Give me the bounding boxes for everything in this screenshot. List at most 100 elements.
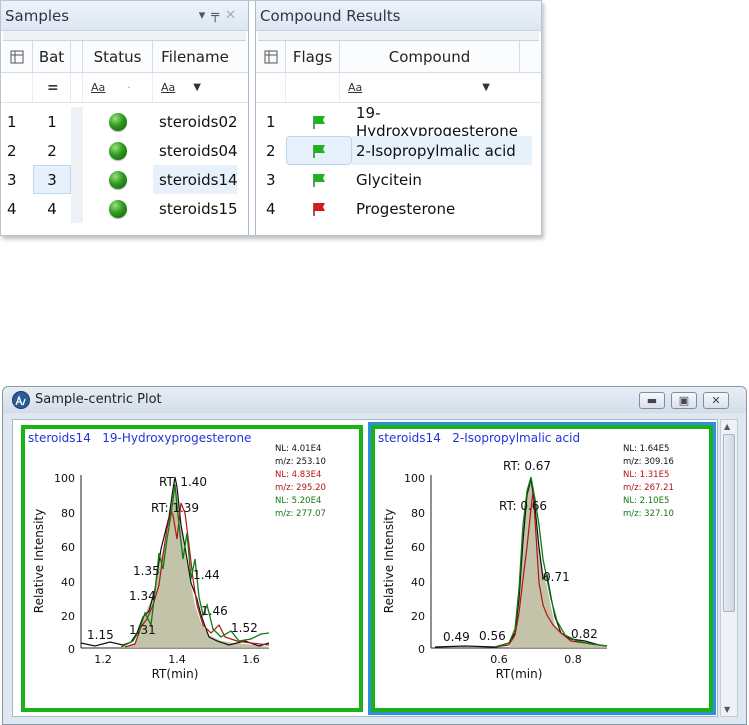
peak-label: 1.31 [129, 623, 156, 637]
status-ball-icon [83, 107, 153, 136]
ytick: 100 [404, 472, 425, 485]
samples-header-row: Bat Status Filename [1, 41, 248, 73]
green-flag-icon [286, 165, 352, 194]
column-spacer [71, 41, 83, 72]
compound-title-text: Compound Results [260, 7, 401, 25]
x-axis-label: RT(min) [496, 667, 543, 681]
xtick: 1.4 [168, 653, 186, 666]
sample-row[interactable]: 1 1 steroids02 [1, 107, 248, 136]
ytick: 60 [61, 541, 75, 554]
row-bat: 3 [33, 165, 71, 194]
compound-rows: 1 19-Hydroxyprogesterone 2 2-Isopropylma… [256, 104, 541, 223]
ytick: 20 [61, 610, 75, 623]
row-number: 2 [7, 141, 17, 160]
filter-dropdown-icon[interactable]: ▼ [482, 82, 490, 93]
ytick: 80 [411, 507, 425, 520]
filter-filename[interactable]: Aa ▼ [153, 73, 237, 102]
sample-row-selected[interactable]: 3 3 steroids14 [1, 165, 248, 194]
row-bat: 2 [47, 141, 57, 160]
column-header-status[interactable]: Status [83, 41, 153, 72]
vertical-scrollbar[interactable]: ▲ ▼ [720, 419, 738, 717]
filter-compound[interactable]: Aa ▼ [340, 73, 520, 102]
column-header-filename[interactable]: Filename [153, 41, 237, 72]
compound-results-pane: Compound Results Flags Compound Aa ▼ 1 19… [255, 1, 541, 235]
xtick: 1.6 [242, 653, 260, 666]
row-filename: steroids04 [159, 141, 238, 160]
minimize-button[interactable]: ▬ [639, 392, 665, 409]
row-filename: steroids15 [159, 199, 238, 218]
dot-icon: · [127, 81, 131, 94]
peak-label: 1.34 [129, 589, 156, 603]
filter-bat[interactable]: = [33, 73, 71, 102]
column-chooser-icon[interactable] [256, 41, 286, 72]
compound-row[interactable]: 3 Glycitein [256, 165, 541, 194]
chromatogram-panel-2[interactable]: steroids14 2-Isopropylmalic acid NL: 1.6… [368, 422, 716, 715]
xtick: 1.2 [94, 653, 112, 666]
filter-spacer [71, 73, 83, 102]
row-number: 2 [266, 141, 276, 160]
filter-blank [256, 73, 286, 102]
y-axis-label: Relative Intensity [382, 509, 396, 613]
chromatogram-panel-1[interactable]: steroids14 19-Hydroxyprogesterone NL: 4.… [21, 425, 363, 712]
samples-pane-title[interactable]: Samples ▾╤✕ [1, 1, 248, 31]
maximize-button[interactable]: ▣ [671, 392, 697, 409]
row-spacer [71, 194, 83, 223]
x-axis-label: RT(min) [152, 667, 199, 681]
peak-label: 1.35 [133, 564, 160, 578]
row-spacer [71, 165, 83, 194]
filter-flags [286, 73, 340, 102]
column-header-bat[interactable]: Bat [33, 41, 71, 72]
column-header-compound[interactable]: Compound [340, 41, 520, 72]
row-number: 3 [7, 170, 17, 189]
scrollbar-thumb[interactable] [723, 434, 735, 612]
peak-label: 1.52 [231, 621, 258, 635]
chromatogram-plot-1: 100 80 60 40 20 0 1.2 1.4 1.6 RT(min) Re… [32, 472, 270, 681]
row-compound: Progesterone [356, 199, 456, 218]
close-icon[interactable]: ✕ [225, 8, 242, 23]
row-compound: Glycitein [356, 170, 422, 189]
y-axis-label: Relative Intensity [32, 509, 46, 613]
row-number: 1 [7, 112, 17, 131]
pin-icon[interactable]: ╤ [211, 8, 225, 23]
column-header-flags[interactable]: Flags [286, 41, 340, 72]
compound-row[interactable]: 1 19-Hydroxyprogesterone [256, 104, 541, 140]
samples-pane: Samples ▾╤✕ Bat Status Filename = Aa · Aa… [1, 1, 249, 235]
filter-blank [1, 73, 33, 102]
compound-row[interactable]: 4 Progesterone [256, 194, 541, 223]
xtick: 0.8 [564, 653, 582, 666]
peak-label: 0.49 [443, 630, 470, 644]
ytick: 40 [61, 576, 75, 589]
maximize-icon: ▣ [678, 393, 690, 407]
filter-dropdown-icon[interactable]: ▼ [193, 82, 201, 93]
green-flag-icon [286, 136, 352, 165]
status-ball-icon [83, 136, 153, 165]
row-number: 3 [266, 170, 276, 189]
status-ball-icon [83, 194, 153, 223]
peak-label: RT: 1.40 [159, 475, 207, 489]
peak-label: 0.82 [571, 627, 598, 641]
scroll-up-icon[interactable]: ▲ [724, 422, 730, 431]
ytick: 20 [411, 610, 425, 623]
ytick: 100 [54, 472, 75, 485]
scroll-down-icon[interactable]: ▼ [724, 705, 730, 714]
dropdown-icon[interactable]: ▾ [199, 8, 212, 23]
sample-row[interactable]: 4 4 steroids15 [1, 194, 248, 223]
samples-title-text: Samples [5, 7, 70, 25]
row-bat: 1 [47, 112, 57, 131]
ytick: 40 [411, 576, 425, 589]
peak-label: RT: 1.39 [151, 501, 199, 515]
sample-row[interactable]: 2 2 steroids04 [1, 136, 248, 165]
peak-label: 1.44 [193, 568, 220, 582]
filter-status[interactable]: Aa · [83, 73, 153, 102]
row-filename: steroids02 [159, 112, 238, 131]
peak-label: 1.15 [87, 628, 114, 642]
compound-pane-title[interactable]: Compound Results [256, 1, 541, 31]
compound-row-selected[interactable]: 2 2-Isopropylmalic acid [256, 136, 541, 165]
ytick: 60 [411, 541, 425, 554]
close-icon: ✕ [711, 393, 721, 407]
window-title: Sample-centric Plot [35, 392, 162, 407]
close-button[interactable]: ✕ [703, 392, 729, 409]
window-titlebar[interactable]: Sample-centric Plot ▬ ▣ ✕ [3, 387, 746, 413]
column-chooser-icon[interactable] [1, 41, 33, 72]
samples-filter-row: = Aa · Aa ▼ [1, 73, 248, 103]
